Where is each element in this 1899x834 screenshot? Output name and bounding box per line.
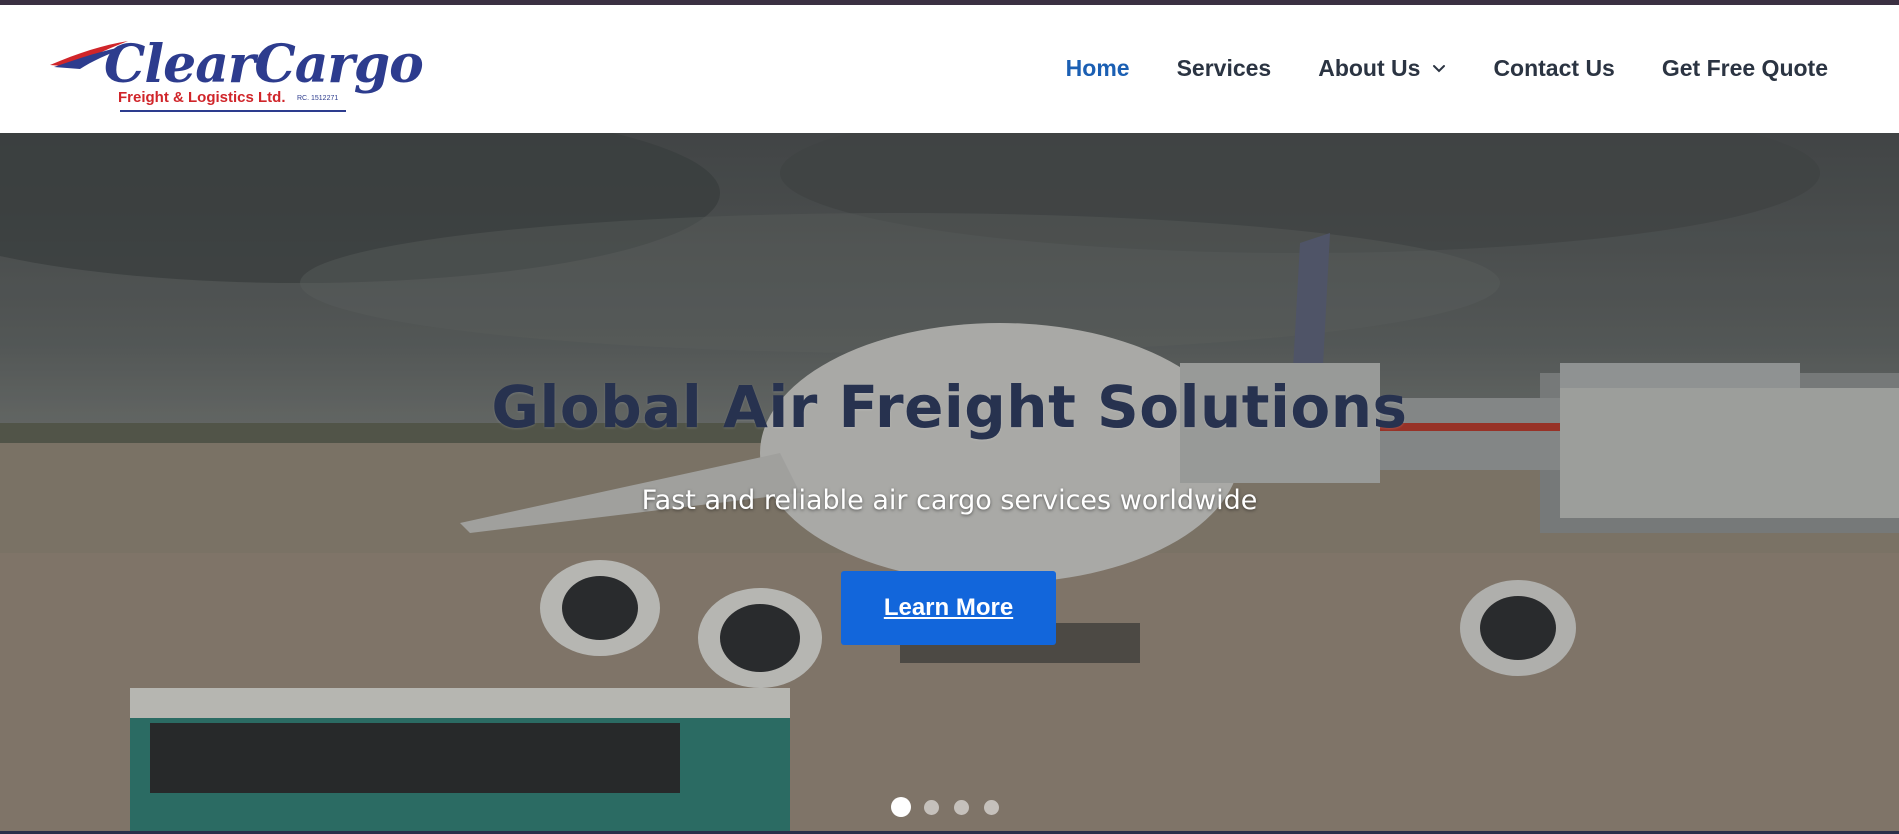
hero-overlay [0, 133, 1899, 833]
nav-about-us-label: About Us [1318, 55, 1421, 81]
nav-about-us[interactable]: About Us [1318, 55, 1446, 82]
nav-home[interactable]: Home [1066, 55, 1130, 82]
nav-get-free-quote[interactable]: Get Free Quote [1662, 55, 1828, 82]
nav-contact-us[interactable]: Contact Us [1493, 55, 1614, 82]
chevron-down-icon [1433, 64, 1446, 72]
hero-title: Global Air Freight Solutions [491, 373, 1408, 441]
hero-subtitle: Fast and reliable air cargo services wor… [641, 485, 1258, 516]
slider-dot-2[interactable] [924, 799, 939, 815]
logo-wordmark: ClearCargo [104, 34, 424, 95]
slider-dot-4[interactable] [984, 799, 999, 815]
logo-underline [120, 110, 346, 112]
main-nav: Home Services About Us Contact Us Get Fr… [1019, 55, 1828, 82]
learn-more-button[interactable]: Learn More [841, 571, 1056, 645]
hero-slider: Global Air Freight Solutions Fast and re… [0, 133, 1899, 833]
slider-dot-3[interactable] [954, 799, 969, 815]
slider-pagination [891, 797, 1014, 817]
slider-dot-1[interactable] [891, 797, 911, 817]
nav-services[interactable]: Services [1177, 55, 1272, 82]
site-header: ClearCargo Freight & Logistics Ltd. RC. … [0, 5, 1899, 133]
logo-tagline: Freight & Logistics Ltd. [118, 89, 286, 106]
company-logo[interactable]: ClearCargo Freight & Logistics Ltd. RC. … [48, 27, 424, 115]
logo-registration: RC. 1512271 [297, 95, 339, 102]
